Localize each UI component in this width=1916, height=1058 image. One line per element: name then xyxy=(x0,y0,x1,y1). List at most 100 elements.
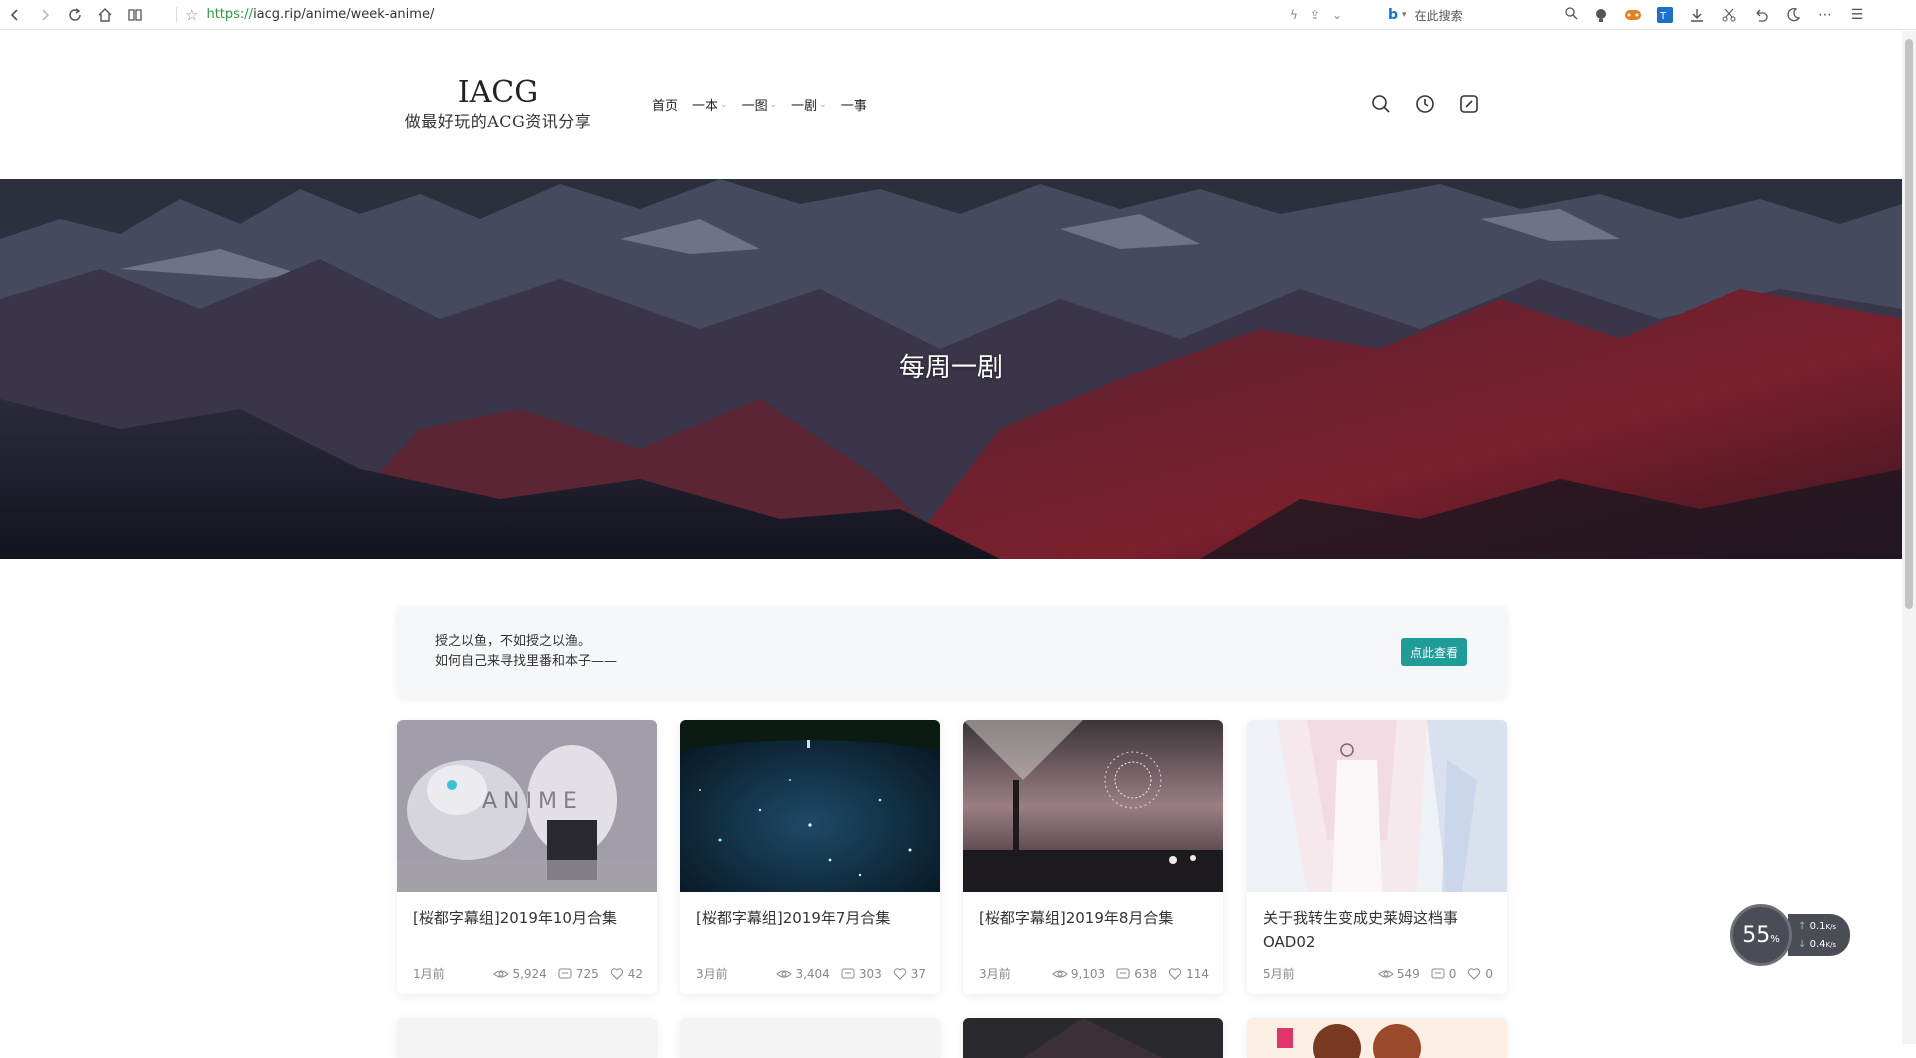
eye-icon xyxy=(1378,970,1394,977)
view-count: 9,103 xyxy=(1070,966,1106,981)
post-thumbnail[interactable] xyxy=(1247,1018,1507,1058)
view-count: 5,924 xyxy=(512,966,547,981)
post-card[interactable] xyxy=(680,1018,940,1058)
logo-title: IACG xyxy=(457,75,539,110)
notice-line-1: 授之以鱼，不如授之以渔。 xyxy=(435,634,592,649)
download-arrow-icon: ↓ xyxy=(1798,939,1807,950)
heart-icon[interactable] xyxy=(1466,966,1482,982)
post-card[interactable] xyxy=(1247,1018,1507,1058)
gamepad-icon[interactable] xyxy=(1622,4,1644,26)
scrollbar-thumb[interactable] xyxy=(1905,39,1913,609)
post-title[interactable]: [桜都字幕组]2019年10月合集 xyxy=(413,906,645,930)
lightning-icon[interactable]: ϟ xyxy=(1290,8,1298,22)
eye-icon xyxy=(493,970,510,977)
post-card[interactable]: [桜都字幕组]2019年7月合集 3月前 3,404 303 37 xyxy=(680,720,940,994)
download-speed: 0.4 xyxy=(1809,939,1826,950)
view-button[interactable]: 点此查看 xyxy=(1401,638,1467,666)
share-icon[interactable]: ⇪ xyxy=(1310,8,1320,22)
view-count: 3,404 xyxy=(795,966,830,981)
like-count: 114 xyxy=(1186,966,1209,981)
bulb-icon[interactable] xyxy=(1590,4,1612,26)
post-time: 3月前 xyxy=(696,967,728,981)
more-icon[interactable]: ⋯ xyxy=(1814,4,1836,26)
post-thumbnail[interactable] xyxy=(1247,720,1507,892)
post-thumbnail[interactable] xyxy=(963,720,1223,892)
post-title[interactable]: [桜都字幕组]2019年8月合集 xyxy=(979,906,1211,930)
post-time: 5月前 xyxy=(1263,967,1295,981)
post-time: 3月前 xyxy=(979,967,1011,981)
eye-icon xyxy=(1052,970,1068,977)
hero-title: 每周一剧 xyxy=(898,353,1003,383)
notice-line-2: 如何自己来寻找里番和本子—— xyxy=(435,654,618,669)
reload-icon[interactable] xyxy=(60,0,90,30)
post-card[interactable]: 关于我转生变成史莱姆这档事OAD02 5月前 549 0 0 xyxy=(1247,720,1507,994)
chevron-down-icon: ⌄ xyxy=(769,99,778,110)
comment-icon xyxy=(1431,968,1445,978)
nav-item-anime[interactable]: 一剧 ⌄ xyxy=(791,95,827,114)
post-thumbnail[interactable]: ANIME xyxy=(397,720,657,892)
moon-icon[interactable] xyxy=(1782,4,1804,26)
chevron-down-icon: ⌄ xyxy=(720,99,728,110)
main-nav: 首页 一本 ⌄ 一图 ⌄ 一剧 ⌄ 一事 xyxy=(652,95,867,114)
like-count: 37 xyxy=(910,966,926,981)
search-icon[interactable] xyxy=(1564,6,1578,23)
post-title[interactable]: 关于我转生变成史莱姆这档事OAD02 xyxy=(1263,906,1495,954)
upload-arrow-icon: ↑ xyxy=(1798,921,1807,932)
site-logo[interactable]: IACG 做最好玩的ACG资讯分享 xyxy=(396,75,600,133)
notice-panel: 授之以鱼，不如授之以渔。 如何自己来寻找里番和本子—— 点此查看 xyxy=(397,606,1507,698)
search-icon[interactable] xyxy=(1370,93,1392,115)
post-card[interactable]: [桜都字幕组]2019年8月合集 3月前 9,103 638 114 xyxy=(963,720,1223,994)
svg-text:T: T xyxy=(1659,11,1667,22)
comment-icon xyxy=(558,968,572,978)
view-count: 549 xyxy=(1396,966,1420,981)
heart-icon[interactable] xyxy=(1167,966,1183,982)
network-speed-widget[interactable]: ↑ 0.1K/s ↓ 0.4K/s 55% xyxy=(1730,904,1850,966)
home-icon[interactable] xyxy=(90,0,120,30)
undo-icon[interactable] xyxy=(1750,4,1772,26)
forward-arrow-icon[interactable] xyxy=(30,0,60,30)
comment-count: 0 xyxy=(1448,966,1457,981)
post-card[interactable]: ANIME [桜都字幕组]2019年10月合集 1月前 5,924 725 42 xyxy=(397,720,657,994)
scissors-icon[interactable] xyxy=(1718,4,1740,26)
chevron-down-icon[interactable]: ▾ xyxy=(1402,10,1407,20)
address-bar[interactable]: https://iacg.rip/anime/week-anime/ xyxy=(206,7,434,22)
post-card[interactable] xyxy=(963,1018,1223,1058)
star-bookmark-icon[interactable]: ☆ xyxy=(185,6,198,24)
bing-icon: b xyxy=(1388,7,1399,23)
page-scrollbar[interactable] xyxy=(1902,31,1916,1044)
chevron-down-icon[interactable]: ⌄ xyxy=(1332,8,1342,22)
download-icon[interactable] xyxy=(1686,4,1708,26)
memory-usage-gauge[interactable]: 55% xyxy=(1730,904,1792,966)
comment-icon xyxy=(841,968,855,978)
post-time: 1月前 xyxy=(413,967,445,981)
svg-text:ANIME: ANIME xyxy=(482,789,583,814)
hero-banner: 每周一剧 xyxy=(0,179,1902,559)
upload-speed: 0.1 xyxy=(1809,921,1826,932)
nav-item-picture[interactable]: 一图 ⌄ xyxy=(742,95,778,114)
menu-icon[interactable]: ☰ xyxy=(1846,4,1868,26)
translate-icon[interactable]: T xyxy=(1654,4,1676,26)
reader-icon[interactable] xyxy=(120,0,150,30)
heart-icon[interactable] xyxy=(609,966,625,982)
nav-item-book[interactable]: 一本 ⌄ xyxy=(692,95,728,114)
edit-icon[interactable] xyxy=(1458,93,1480,115)
site-header: IACG 做最好玩的ACG资讯分享 首页 一本 ⌄ 一图 ⌄ 一剧 ⌄ 一事 xyxy=(0,31,1902,178)
back-arrow-icon[interactable] xyxy=(0,0,30,30)
like-count: 0 xyxy=(1485,966,1493,981)
post-title[interactable]: [桜都字幕组]2019年7月合集 xyxy=(696,906,928,930)
chevron-down-icon: ⌄ xyxy=(819,99,827,110)
search-input[interactable]: 在此搜索 xyxy=(1415,7,1463,24)
search-box[interactable]: b ▾ 在此搜索 xyxy=(1388,4,1578,26)
heart-icon[interactable] xyxy=(892,966,908,982)
like-count: 42 xyxy=(627,966,643,981)
post-card[interactable] xyxy=(397,1018,657,1058)
nav-item-home[interactable]: 首页 xyxy=(652,95,678,114)
browser-toolbar: ☆ https://iacg.rip/anime/week-anime/ ϟ ⇪… xyxy=(0,0,1916,30)
comment-count: 303 xyxy=(858,966,882,981)
comment-count: 638 xyxy=(1134,966,1158,981)
post-thumbnail[interactable] xyxy=(963,1018,1223,1058)
eye-icon xyxy=(776,970,793,977)
nav-item-news[interactable]: 一事 xyxy=(841,95,867,114)
post-thumbnail[interactable] xyxy=(680,720,940,892)
clock-icon[interactable] xyxy=(1414,93,1436,115)
